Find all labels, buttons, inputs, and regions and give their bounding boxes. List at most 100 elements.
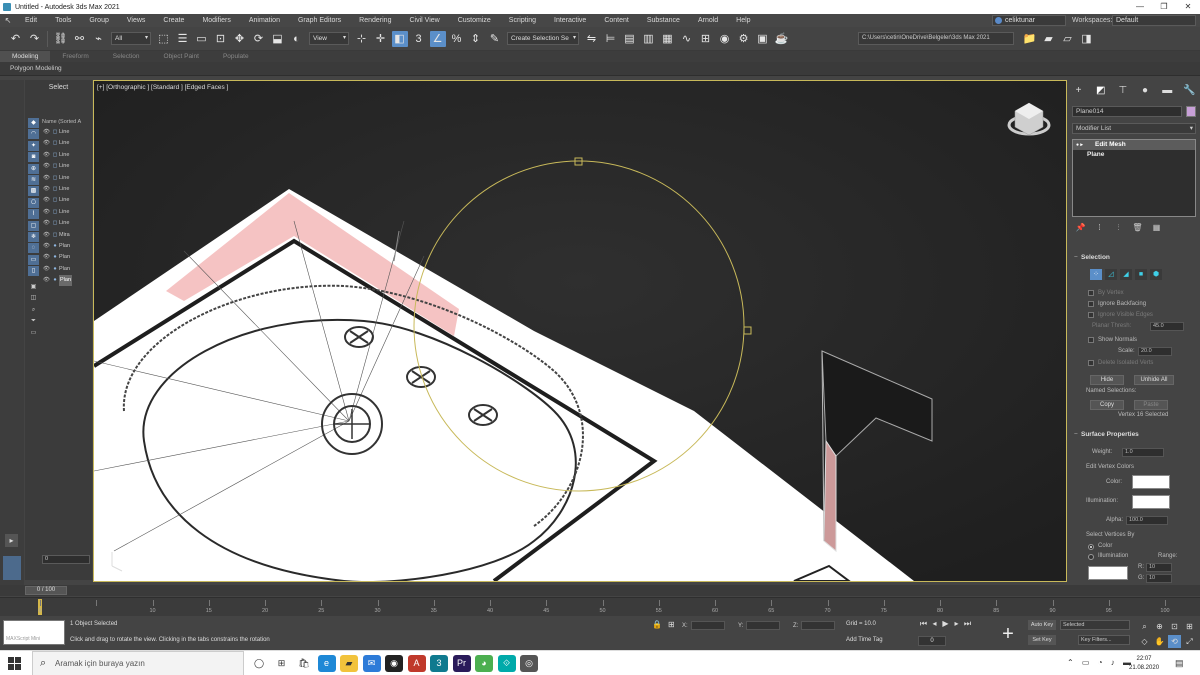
widgets-icon[interactable]: ⊞ — [273, 655, 291, 672]
lock-selection-icon[interactable]: 🔒 — [652, 620, 662, 629]
3ds-max-taskbar-icon[interactable]: 3 — [430, 655, 448, 672]
zoom-all-icon[interactable]: ⊕ — [1153, 620, 1166, 633]
obs-icon[interactable]: ◎ — [520, 655, 538, 672]
weight-spinner[interactable]: 1.0 — [1122, 448, 1164, 457]
next-frame-icon[interactable]: ▸ — [951, 619, 962, 629]
maximize-button[interactable]: ❐ — [1152, 0, 1176, 14]
filter-bones-icon[interactable]: ⌇ — [28, 209, 39, 220]
scene-object-row[interactable]: 👁 ◻ Line — [42, 138, 90, 149]
viewport-orthographic[interactable]: [+] [Orthographic ] [Standard ] [Edged F… — [93, 80, 1067, 582]
scene-object-row[interactable]: 👁 ◻ Line — [42, 173, 90, 184]
filter-groups-icon[interactable]: ▩ — [28, 186, 39, 197]
window-crossing-icon[interactable]: ⊡ — [213, 31, 229, 47]
track-bar[interactable]: 0 10 15 20 25 30 35 40 45 50 55 60 65 70 75 80 85 90 95 100 — [0, 597, 1200, 616]
filter-funnel-icon[interactable]: ⏷ — [28, 316, 39, 326]
scene-object-row[interactable]: 👁 ◻ Line — [42, 195, 90, 206]
rotate-icon[interactable]: ⟳ — [251, 31, 267, 47]
by-vertex-checkbox[interactable] — [1088, 290, 1094, 296]
pin-stack-icon[interactable]: 📌 — [1074, 223, 1087, 233]
redo-icon[interactable]: ↷ — [27, 31, 43, 47]
menu-group[interactable]: Group — [80, 14, 117, 27]
menu-edit[interactable]: Edit — [16, 14, 46, 27]
previous-frame-icon[interactable]: ◂ — [929, 619, 940, 629]
menu-scripting[interactable]: Scripting — [500, 14, 545, 27]
scene-object-row[interactable]: 👁 ● Plan — [42, 241, 90, 252]
taskbar-search-input[interactable]: Aramak için buraya yazın — [32, 651, 244, 675]
menu-animation[interactable]: Animation — [240, 14, 289, 27]
filter-none-icon[interactable]: ▯ — [28, 266, 39, 277]
pivot-center-icon[interactable]: ⊹ — [354, 31, 370, 47]
visibility-eye-icon[interactable]: 👁 — [42, 264, 51, 275]
stack-edit-mesh[interactable]: Edit Mesh — [1073, 140, 1195, 150]
3ds-max-alt-icon[interactable]: ⟐ — [497, 655, 516, 672]
visibility-eye-icon[interactable]: 👁 — [42, 218, 51, 229]
tray-icons[interactable]: ⌃ ▭ ◔ ♪ ▬ — [1067, 658, 1134, 667]
modifier-list-dropdown[interactable]: Modifier List — [1072, 123, 1196, 134]
menu-civil-view[interactable]: Civil View — [400, 14, 448, 27]
zoom-icon[interactable]: ⌕ — [1138, 620, 1151, 633]
curve-editor-icon[interactable]: ∿ — [679, 31, 695, 47]
show-end-result-icon[interactable]: ⁞ — [1093, 223, 1106, 233]
ribbon-tab-populate[interactable]: Populate — [211, 51, 261, 62]
edge-level-icon[interactable]: ◿ — [1105, 269, 1117, 280]
motion-tab-icon[interactable]: ● — [1139, 84, 1152, 97]
illumination-radio[interactable] — [1088, 554, 1094, 560]
bind-spacewarp-icon[interactable]: ⌁ — [91, 31, 107, 47]
selection-filter-dropdown[interactable]: All — [111, 32, 151, 45]
y-field[interactable] — [746, 621, 781, 630]
scene-object-row[interactable]: 👁 ● Plan — [42, 275, 90, 287]
vertex-color-swatch[interactable] — [1132, 475, 1170, 489]
user-account[interactable]: celiktunar — [992, 15, 1066, 26]
project-path-field[interactable]: C:\Users\cetin\OneDrive\Belgeler\3ds Max… — [858, 32, 1014, 45]
viewport-layout-tab[interactable] — [3, 556, 21, 580]
visibility-eye-icon[interactable]: 👁 — [42, 252, 51, 263]
menu-rendering[interactable]: Rendering — [350, 14, 400, 27]
ribbon-subtitle[interactable]: Polygon Modeling — [0, 62, 1200, 76]
taskbar-clock[interactable]: 22:07 21.08.2020 — [1129, 655, 1159, 673]
rect-selection-icon[interactable]: ▭ — [194, 31, 210, 47]
close-button[interactable]: ✕ — [1176, 0, 1200, 14]
spinner-snap-icon[interactable]: ⇕ — [468, 31, 484, 47]
hierarchy-tab-icon[interactable]: ⊤ — [1116, 84, 1129, 97]
scene-object-row[interactable]: 👁 ◻ Line — [42, 127, 90, 138]
find-icon[interactable]: ⌕ — [28, 305, 39, 315]
visibility-eye-icon[interactable]: 👁 — [42, 230, 51, 241]
media-player-icon[interactable]: ◉ — [385, 655, 403, 672]
menu-customize[interactable]: Customize — [449, 14, 500, 27]
store-icon[interactable]: 🛍 — [295, 655, 313, 672]
filter-shapes-icon[interactable]: ◠ — [28, 129, 39, 140]
select-color-swatch[interactable] — [1088, 566, 1128, 580]
display-children-icon[interactable]: ▣ — [28, 282, 39, 292]
workspace-dropdown[interactable]: Default — [1112, 15, 1196, 26]
scale-spinner[interactable]: 20.0 — [1138, 347, 1172, 356]
field-of-view-icon[interactable]: ◇ — [1138, 635, 1151, 648]
time-slider-frame-box[interactable]: 0 / 100 — [25, 586, 67, 595]
select-object-icon[interactable]: ⬚ — [156, 31, 172, 47]
scene-explorer-icon[interactable]: ▤ — [622, 31, 638, 47]
menu-arnold[interactable]: Arnold — [689, 14, 727, 27]
create-tab-icon[interactable]: + — [1072, 84, 1085, 97]
filter-cameras-icon[interactable]: ◙ — [28, 152, 39, 163]
render-setup-icon[interactable]: ⚙ — [736, 31, 752, 47]
filter-spacewarps-icon[interactable]: ≋ — [28, 174, 39, 185]
scale-icon[interactable]: ⬓ — [270, 31, 286, 47]
notification-icon[interactable]: ▤ — [1175, 658, 1184, 669]
element-level-icon[interactable]: ⬢ — [1150, 269, 1162, 280]
add-time-tag[interactable]: Add Time Tag — [846, 637, 883, 643]
delete-isolated-checkbox[interactable] — [1088, 360, 1094, 366]
x-field[interactable] — [690, 621, 725, 630]
project-settings-icon[interactable]: ◨ — [1079, 31, 1095, 47]
display-tab-icon[interactable]: ▬ — [1161, 84, 1174, 97]
orbit-icon[interactable]: ⟲ — [1168, 635, 1181, 648]
pan-icon[interactable]: ✋ — [1153, 635, 1166, 648]
menu-create[interactable]: Create — [154, 14, 193, 27]
create-selection-set-dropdown[interactable]: Create Selection Se — [507, 32, 579, 45]
make-unique-icon[interactable]: ⫶ — [1112, 223, 1125, 233]
planar-thresh-spinner[interactable]: 45.0 — [1150, 322, 1184, 331]
scene-explorer-column-header[interactable]: Name (Sorted A — [42, 118, 90, 126]
toggle-ribbon-icon[interactable]: ▦ — [660, 31, 676, 47]
paste-button[interactable]: Paste — [1134, 400, 1168, 410]
expand-arrow-icon[interactable]: ▸ — [5, 534, 18, 547]
link-icon[interactable]: ⛓ — [53, 31, 69, 47]
scene-object-row[interactable]: 👁 ◻ Line — [42, 218, 90, 229]
